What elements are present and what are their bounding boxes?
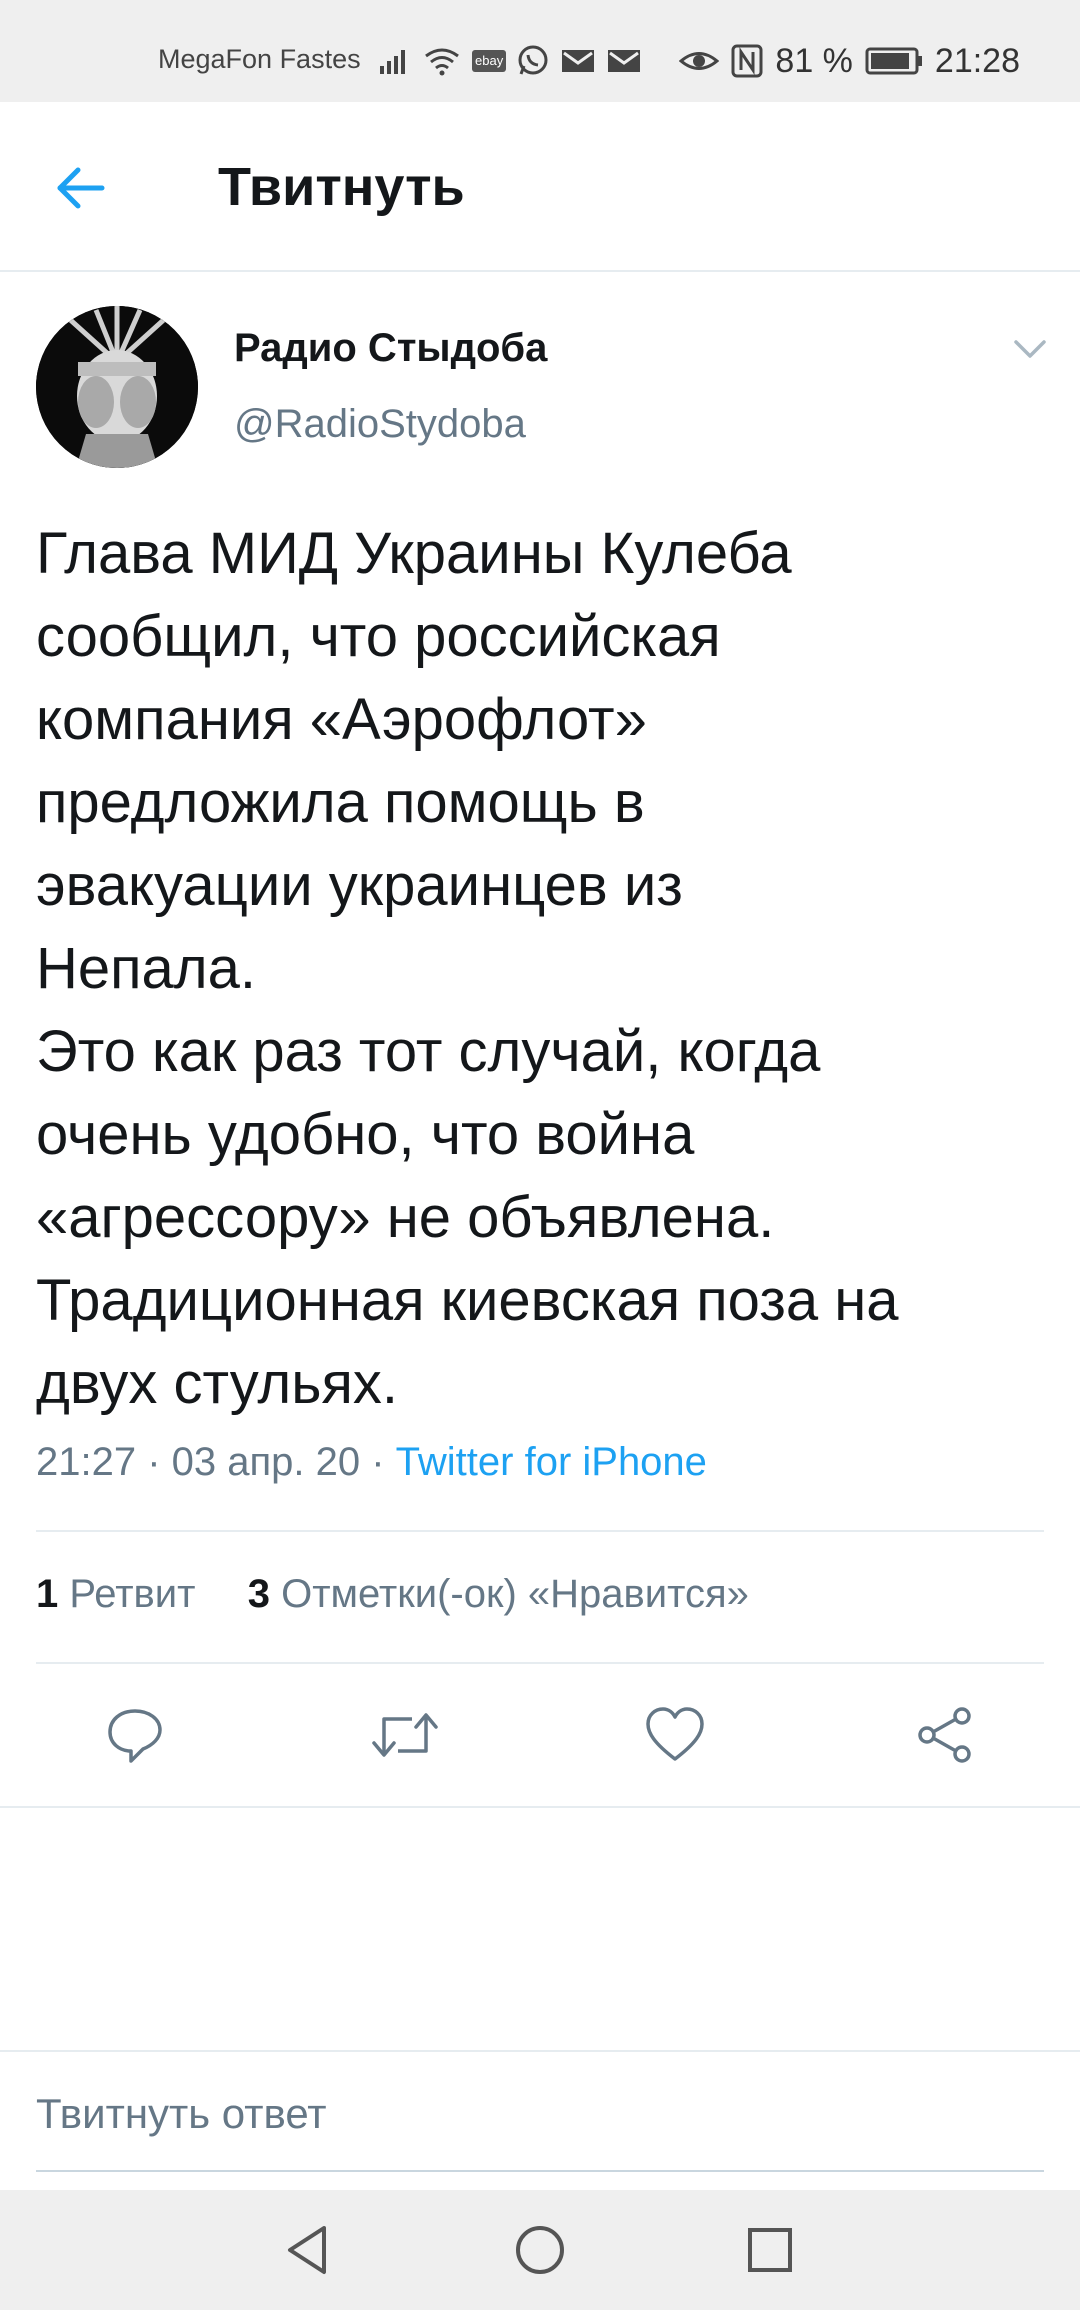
square-recents-icon (748, 2228, 792, 2272)
divider (36, 1530, 1044, 1532)
carrier-label: MegaFon Fastes (158, 44, 361, 74)
whatsapp-icon (518, 45, 548, 75)
eye-icon (679, 52, 720, 70)
divider (36, 1662, 1044, 1664)
reply-input[interactable]: Твитнуть ответ (36, 2090, 1044, 2172)
app-bar: Твитнуть (0, 102, 1080, 272)
system-nav-bar (0, 2190, 1080, 2310)
signal-icon (380, 50, 405, 74)
triangle-back-icon (288, 2226, 326, 2274)
likes-stat[interactable]: 3 Отметки(-ок) «Нравится» (248, 1572, 749, 1616)
author-handle[interactable]: @RadioStydoba (234, 402, 526, 447)
circle-home-icon (516, 2226, 564, 2274)
retweets-label: Ретвит (69, 1572, 196, 1616)
retweets-stat[interactable]: 1 Ретвит (36, 1572, 195, 1616)
likes-label: Отметки(-ок) «Нравится» (281, 1572, 749, 1616)
status-icons: ebay (378, 38, 642, 84)
wifi-icon (425, 48, 459, 76)
status-bar: MegaFon Fastes ebay 81 % 21:28 (0, 0, 1080, 102)
divider (0, 2050, 1080, 2052)
tweet-menu-button[interactable] (1010, 334, 1050, 364)
battery-percent: 81 % (775, 41, 853, 80)
likes-count: 3 (247, 1572, 270, 1616)
avatar-image (36, 306, 198, 468)
tweet-timestamp: 21:27 · 03 апр. 20 · (36, 1440, 396, 1484)
reply-icon (108, 1709, 162, 1763)
share-icon (918, 1707, 971, 1763)
status-right: 81 % 21:28 (679, 38, 1020, 84)
author-name[interactable]: Радио Стыдоба (234, 326, 547, 371)
mail-icon (608, 50, 641, 72)
tweet-source-link[interactable]: Twitter for iPhone (396, 1440, 707, 1484)
reply-placeholder: Твитнуть ответ (36, 2090, 327, 2137)
mail-icon (562, 50, 595, 72)
page-title: Твитнуть (218, 157, 465, 217)
tweet-actions (0, 1690, 1080, 1780)
tweet-stats: 1 Ретвит 3 Отметки(-ок) «Нравится» (36, 1572, 749, 1617)
nfc-icon (731, 44, 763, 78)
nav-back-button[interactable] (278, 2220, 338, 2280)
battery-icon (865, 47, 922, 75)
chevron-down-icon (1014, 340, 1046, 358)
reply-button[interactable] (90, 1690, 180, 1780)
nav-recents-button[interactable] (740, 2220, 800, 2280)
like-button[interactable] (630, 1690, 720, 1780)
like-icon (646, 1707, 704, 1761)
retweet-icon (372, 1713, 438, 1757)
divider (0, 1806, 1080, 1808)
clock: 21:28 (934, 41, 1020, 80)
avatar[interactable] (36, 306, 198, 468)
retweet-button[interactable] (360, 1690, 450, 1780)
ebay-icon: ebay (472, 50, 507, 72)
retweets-count: 1 (36, 1572, 59, 1616)
share-button[interactable] (900, 1690, 990, 1780)
back-button[interactable] (52, 158, 112, 218)
nav-home-button[interactable] (510, 2220, 570, 2280)
arrow-left-icon (57, 167, 105, 209)
tweet-text: Глава МИД Украины Кулеба сообщил, что ро… (36, 521, 899, 1416)
tweet-meta: 21:27 · 03 апр. 20 · Twitter for iPhone (36, 1440, 707, 1485)
